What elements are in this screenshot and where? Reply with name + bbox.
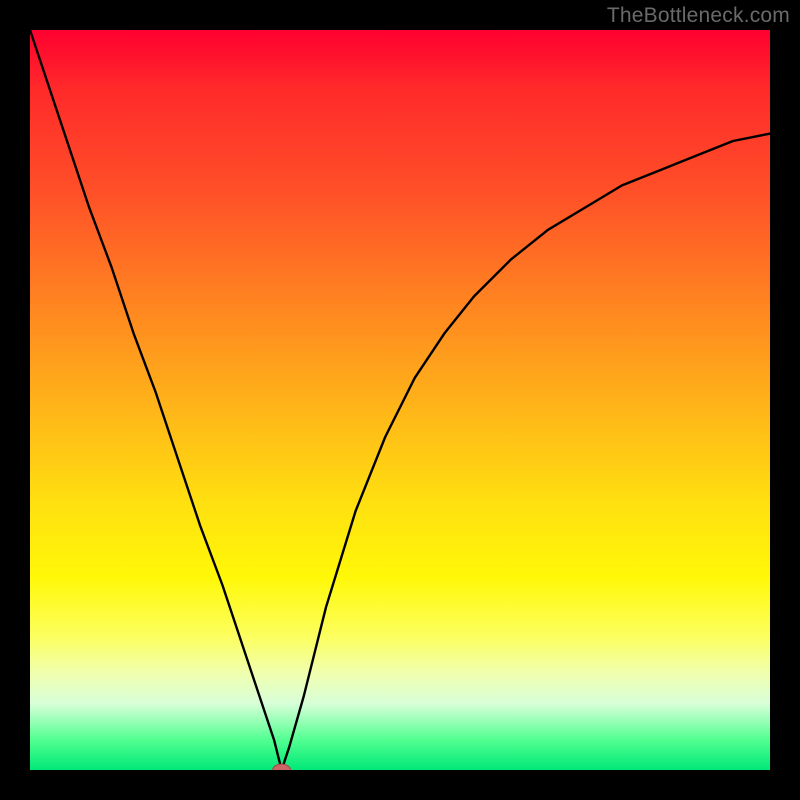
plot-area — [30, 30, 770, 770]
curve-layer — [30, 30, 770, 770]
bottleneck-curve — [30, 30, 770, 770]
min-marker — [273, 764, 291, 770]
watermark-text: TheBottleneck.com — [607, 4, 790, 28]
chart-frame: TheBottleneck.com — [0, 0, 800, 800]
